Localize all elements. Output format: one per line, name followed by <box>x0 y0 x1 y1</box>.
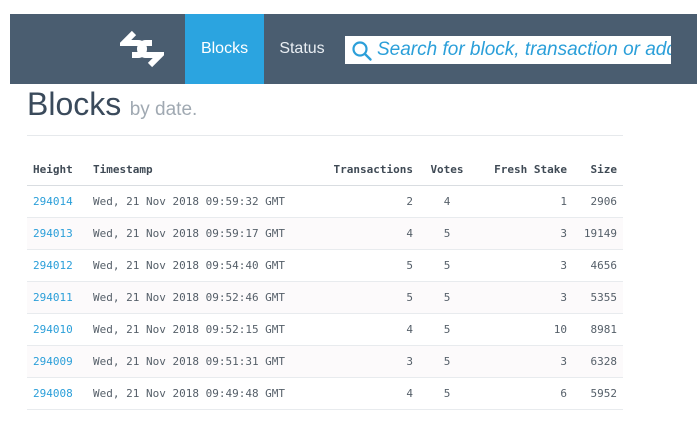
page-title-main: Blocks <box>27 86 122 122</box>
top-navigation-bar: Blocks Status <box>10 14 697 84</box>
cell-size: 8981 <box>573 313 623 346</box>
block-height-link[interactable]: 294008 <box>33 387 73 400</box>
header-size: Size <box>573 154 623 186</box>
block-height-link[interactable]: 294010 <box>33 323 73 336</box>
cell-timestamp: Wed, 21 Nov 2018 09:49:48 GMT <box>87 377 319 410</box>
cell-timestamp: Wed, 21 Nov 2018 09:52:15 GMT <box>87 313 319 346</box>
cell-transactions: 4 <box>319 217 419 250</box>
table-row: 294013 Wed, 21 Nov 2018 09:59:17 GMT 4 5… <box>27 217 623 250</box>
blocks-table: Height Timestamp Transactions Votes Fres… <box>27 154 623 410</box>
table-row: 294010 Wed, 21 Nov 2018 09:52:15 GMT 4 5… <box>27 313 623 346</box>
cell-fresh-stake: 3 <box>475 281 573 314</box>
cell-fresh-stake: 3 <box>475 249 573 282</box>
search-icon <box>352 41 372 61</box>
search-input[interactable] <box>377 36 671 64</box>
cell-fresh-stake: 3 <box>475 217 573 250</box>
table-row: 294009 Wed, 21 Nov 2018 09:51:31 GMT 3 5… <box>27 345 623 378</box>
cell-timestamp: Wed, 21 Nov 2018 09:54:40 GMT <box>87 249 319 282</box>
cell-votes: 5 <box>419 377 475 410</box>
cell-size: 5952 <box>573 377 623 410</box>
cell-transactions: 4 <box>319 313 419 346</box>
page-title-subtitle: by date. <box>129 99 198 120</box>
cell-fresh-stake: 1 <box>475 185 573 218</box>
block-height-link[interactable]: 294009 <box>33 355 73 368</box>
cell-transactions: 4 <box>319 377 419 410</box>
header-height: Height <box>27 154 87 186</box>
cell-votes: 5 <box>419 217 475 250</box>
cell-timestamp: Wed, 21 Nov 2018 09:59:17 GMT <box>87 217 319 250</box>
cell-height: 294012 <box>27 249 87 282</box>
cell-votes: 5 <box>419 313 475 346</box>
cell-votes: 5 <box>419 281 475 314</box>
search-box[interactable] <box>345 36 671 64</box>
table-row: 294008 Wed, 21 Nov 2018 09:49:48 GMT 4 5… <box>27 377 623 410</box>
cell-size: 6328 <box>573 345 623 378</box>
cell-height: 294011 <box>27 281 87 314</box>
block-height-link[interactable]: 294014 <box>33 195 73 208</box>
cell-transactions: 2 <box>319 185 419 218</box>
table-header-row: Height Timestamp Transactions Votes Fres… <box>27 154 623 186</box>
cell-height: 294009 <box>27 345 87 378</box>
header-timestamp: Timestamp <box>87 154 319 186</box>
cell-votes: 4 <box>419 185 475 218</box>
nav-tab-blocks[interactable]: Blocks <box>185 14 264 84</box>
cell-fresh-stake: 3 <box>475 345 573 378</box>
cell-height: 294013 <box>27 217 87 250</box>
page-title: Blocks by date. <box>27 84 197 124</box>
table-row: 294014 Wed, 21 Nov 2018 09:59:32 GMT 2 4… <box>27 185 623 218</box>
cell-size: 19149 <box>573 217 623 250</box>
title-divider <box>27 135 623 136</box>
cell-timestamp: Wed, 21 Nov 2018 09:59:32 GMT <box>87 185 319 218</box>
cell-size: 2906 <box>573 185 623 218</box>
cell-height: 294014 <box>27 185 87 218</box>
cell-fresh-stake: 10 <box>475 313 573 346</box>
table-row: 294012 Wed, 21 Nov 2018 09:54:40 GMT 5 5… <box>27 249 623 282</box>
cell-height: 294010 <box>27 313 87 346</box>
nav-tab-status[interactable]: Status <box>272 14 332 84</box>
block-height-link[interactable]: 294013 <box>33 227 73 240</box>
decred-logo-icon[interactable] <box>120 30 164 68</box>
header-transactions: Transactions <box>319 154 419 186</box>
cell-transactions: 5 <box>319 249 419 282</box>
cell-votes: 5 <box>419 345 475 378</box>
cell-timestamp: Wed, 21 Nov 2018 09:51:31 GMT <box>87 345 319 378</box>
cell-votes: 5 <box>419 249 475 282</box>
block-height-link[interactable]: 294012 <box>33 259 73 272</box>
block-height-link[interactable]: 294011 <box>33 291 73 304</box>
cell-fresh-stake: 6 <box>475 377 573 410</box>
header-votes: Votes <box>419 154 475 186</box>
header-fresh-stake: Fresh Stake <box>475 154 573 186</box>
cell-height: 294008 <box>27 377 87 410</box>
table-row: 294011 Wed, 21 Nov 2018 09:52:46 GMT 5 5… <box>27 281 623 314</box>
cell-transactions: 5 <box>319 281 419 314</box>
cell-timestamp: Wed, 21 Nov 2018 09:52:46 GMT <box>87 281 319 314</box>
cell-size: 4656 <box>573 249 623 282</box>
cell-transactions: 3 <box>319 345 419 378</box>
cell-size: 5355 <box>573 281 623 314</box>
